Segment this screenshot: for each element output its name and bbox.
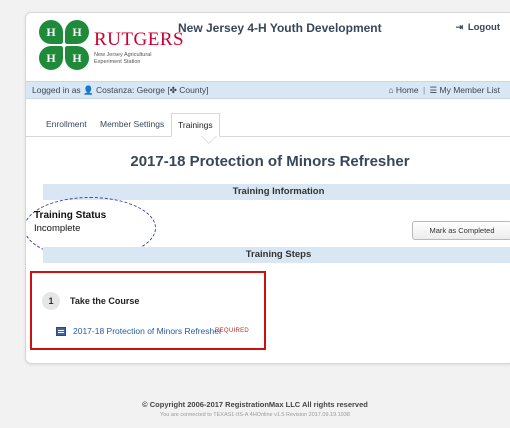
footer: © Copyright 2006-2017 RegistrationMax LL… bbox=[0, 400, 510, 418]
logo-subtitle: New Jersey Agricultural Experiment Stati… bbox=[94, 52, 152, 65]
sign-out-icon: ⇥ bbox=[455, 22, 464, 32]
training-status-label: Training Status bbox=[34, 210, 107, 221]
course-icon bbox=[56, 327, 66, 336]
logout-link[interactable]: ⇥ Logout bbox=[456, 22, 500, 33]
tab-member-settings[interactable]: Member Settings bbox=[94, 113, 170, 137]
county-label: County] bbox=[179, 85, 209, 95]
training-steps-header: Training Steps bbox=[43, 247, 510, 263]
highlight-box bbox=[30, 271, 266, 350]
required-tag: REQUIRED bbox=[215, 328, 250, 334]
course-link[interactable]: 2017-18 Protection of Minors Refresher bbox=[73, 326, 222, 336]
tab-trainings[interactable]: Trainings bbox=[171, 113, 220, 137]
mark-completed-button[interactable]: Mark as Completed bbox=[412, 221, 510, 240]
logged-in-prefix: Logged in as bbox=[32, 85, 81, 95]
page-title: 2017-18 Protection of Minors Refresher bbox=[130, 153, 410, 170]
list-icon: ☰ bbox=[429, 85, 438, 95]
home-label: Home bbox=[395, 85, 419, 95]
member-list-label: My Member List bbox=[439, 85, 500, 95]
logo-name: RUTGERS bbox=[94, 29, 185, 50]
logout-label: Logout bbox=[467, 22, 500, 33]
tab-enrollment[interactable]: Enrollment bbox=[40, 113, 93, 137]
member-list-link[interactable]: ☰ My Member List bbox=[430, 85, 500, 95]
user-name: Costanza: George [ bbox=[96, 85, 170, 95]
training-status-value: Incomplete bbox=[34, 223, 81, 234]
main-panel: H H H H RUTGERS New Jersey Agricultural … bbox=[25, 12, 510, 364]
copyright-text: © Copyright 2006-2017 RegistrationMax LL… bbox=[142, 400, 368, 409]
connection-text: You are connected to TEXAS1-IIS-A 4HOnli… bbox=[160, 412, 350, 418]
step-number-badge: 1 bbox=[42, 292, 60, 310]
step-title: Take the Course bbox=[70, 296, 140, 306]
separator: | bbox=[422, 85, 426, 95]
training-info-header: Training Information bbox=[43, 184, 510, 200]
user-icon: 👤 bbox=[83, 85, 94, 95]
clover-icon: ✤ bbox=[169, 85, 177, 95]
clover-logo-icon: H H H H bbox=[38, 19, 90, 71]
home-icon: ⌂ bbox=[388, 85, 394, 95]
home-link[interactable]: ⌂ Home bbox=[388, 85, 421, 95]
rutgers-4h-logo: H H H H RUTGERS New Jersey Agricultural … bbox=[36, 19, 184, 77]
status-bar: Logged in as 👤 Costanza: George [✤ Count… bbox=[26, 81, 510, 99]
site-title: New Jersey 4-H Youth Development bbox=[178, 21, 382, 35]
tab-bar: Enrollment Member Settings Trainings bbox=[26, 113, 510, 137]
